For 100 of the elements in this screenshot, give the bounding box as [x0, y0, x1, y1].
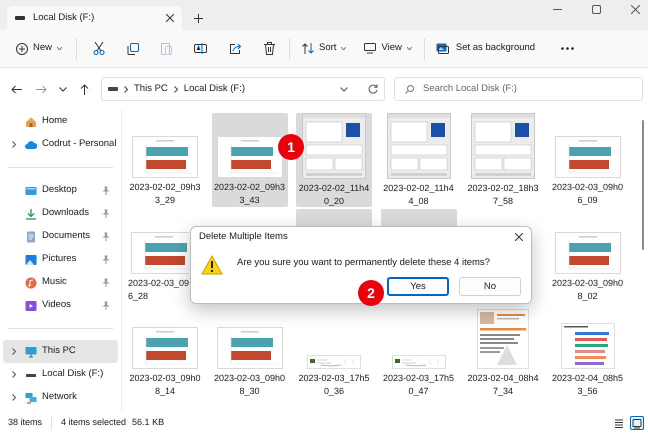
file-item[interactable]: 2023-02-02_11h4 0_20 — [296, 113, 372, 207]
refresh-icon[interactable] — [368, 84, 378, 94]
file-name: 2023-02-03_17h5 — [382, 372, 454, 385]
chevron-down-icon[interactable] — [340, 86, 348, 92]
web-page-thumbnail — [477, 309, 529, 369]
pin-icon[interactable] — [102, 255, 110, 264]
dialog-button[interactable]: Yes — [387, 277, 449, 296]
file-item[interactable]: 2023-02-02_11h4 4_08 — [380, 113, 456, 207]
sidebar-item[interactable]: Desktop — [3, 179, 118, 202]
new-tab-icon[interactable] — [194, 14, 203, 23]
copy-icon[interactable] — [127, 42, 140, 54]
music-icon — [25, 276, 37, 288]
sidebar-item[interactable]: This PC — [3, 340, 118, 363]
share-icon[interactable] — [229, 42, 242, 54]
pin-icon[interactable] — [102, 301, 110, 310]
file-name: 2023-02-03_17h5 — [298, 372, 370, 385]
close-icon[interactable] — [631, 5, 640, 14]
chevron-down-icon[interactable] — [59, 86, 67, 92]
file-item[interactable]: 2023-02-03_17h5 0_36 — [296, 304, 372, 398]
pin-icon[interactable] — [102, 232, 110, 241]
delete-icon[interactable] — [264, 42, 276, 55]
file-item[interactable]: 2023-02-02_09h3 3_29 — [127, 113, 203, 207]
sort-button[interactable]: Sort — [300, 36, 348, 60]
forward-icon[interactable] — [36, 84, 47, 94]
dialog-button[interactable]: No — [459, 277, 521, 296]
file-item[interactable]: 2023-02-02_18h3 7_58 — [465, 113, 541, 207]
sidebar-label: Network — [42, 390, 78, 404]
bar-chart-thumbnail — [560, 323, 614, 369]
close-icon[interactable] — [515, 233, 523, 241]
rename-icon[interactable] — [194, 42, 208, 55]
file-item[interactable]: 2023-02-03_09h0 8_14 — [127, 304, 203, 398]
address-bar[interactable]: This PC Local Disk (F:) — [101, 77, 385, 101]
file-name: 7_58 — [492, 195, 514, 208]
sidebar-item[interactable]: Music — [3, 271, 118, 294]
file-item[interactable]: 2023-02-03_09h0 8_30 — [212, 304, 288, 398]
file-name: 2023-02-02_09h3 — [129, 181, 201, 194]
file-name: 4_08 — [408, 195, 429, 208]
sidebar-label: Codrut - Personal — [42, 137, 118, 152]
file-item[interactable]: 2023-02-03_09h0 6_09 — [550, 113, 626, 207]
search-input[interactable]: Search Local Disk (F:) — [423, 82, 632, 96]
home-icon — [25, 116, 37, 128]
sidebar-item[interactable]: Downloads — [3, 202, 118, 225]
window-tab[interactable]: Local Disk (F:) — [7, 6, 182, 30]
back-icon[interactable] — [11, 84, 22, 94]
maximize-icon[interactable] — [592, 5, 601, 14]
file-item[interactable]: 2023-02-02_09h3 3_43 — [212, 113, 288, 207]
sidebar-label: Local Disk (F:) — [42, 367, 104, 382]
file-item[interactable]: 2023-02-03_09h0 8_02 — [550, 208, 626, 302]
details-view-icon — [613, 417, 625, 429]
view-button[interactable]: View — [362, 36, 414, 60]
file-item[interactable]: 2023-02-04_08h4 7_34 — [465, 304, 541, 398]
search-icon — [405, 84, 414, 94]
file-name: 2023-02-02_18h3 — [467, 182, 539, 195]
sidebar-item[interactable]: Codrut - Personal — [3, 133, 118, 156]
view-toggle[interactable] — [630, 416, 644, 430]
drive-icon — [108, 87, 118, 91]
breadcrumb[interactable]: This PC — [134, 82, 168, 96]
cut-icon[interactable] — [93, 42, 106, 55]
bar-chart-thumbnail — [216, 327, 282, 369]
up-icon[interactable] — [80, 84, 89, 94]
chevron-right-icon[interactable] — [12, 141, 16, 148]
sidebar-item[interactable]: Pictures — [3, 248, 118, 271]
search-field[interactable]: Search Local Disk (F:) — [394, 77, 643, 101]
pin-icon[interactable] — [102, 209, 110, 218]
breadcrumb[interactable]: Local Disk (F:) — [184, 82, 246, 96]
more-options-icon[interactable] — [561, 47, 574, 50]
pin-icon[interactable] — [102, 186, 110, 195]
chevron-right-icon[interactable] — [12, 394, 16, 401]
sidebar-label: Home — [42, 114, 68, 128]
sidebar-item[interactable]: Network — [3, 386, 118, 409]
file-name: 3_29 — [154, 194, 176, 207]
file-name: 8_14 — [154, 385, 176, 398]
sidebar-item[interactable]: Videos — [3, 294, 118, 317]
file-name: 2023-02-03_09h0 — [129, 372, 201, 385]
file-name: 6_09 — [577, 194, 598, 207]
caret-icon — [341, 47, 346, 50]
sidebar-item[interactable]: Home — [3, 110, 118, 133]
file-item[interactable]: 2023-02-03_17h5 0_47 — [380, 304, 456, 398]
desktop-picture-icon — [436, 43, 449, 54]
sidebar-label: Desktop — [42, 183, 78, 198]
sidebar-item[interactable]: Documents — [3, 225, 118, 248]
sidebar-label: Pictures — [42, 252, 78, 266]
chevron-right-icon[interactable] — [12, 371, 16, 378]
chevron-right-icon[interactable] — [12, 348, 16, 355]
cloud-icon — [25, 138, 37, 150]
chevron-right-icon — [174, 86, 178, 92]
sidebar-label: This PC — [42, 344, 77, 358]
file-name: 2023-02-03_09 — [128, 276, 190, 290]
close-icon[interactable] — [166, 14, 174, 22]
pin-icon[interactable] — [102, 278, 110, 287]
file-name: 0_36 — [324, 385, 344, 398]
new-button[interactable]: New — [14, 36, 64, 60]
download-icon — [25, 208, 37, 220]
window-thumbnail — [386, 113, 450, 179]
sidebar-item[interactable]: Local Disk (F:) — [3, 363, 118, 386]
selection-count: 4 items selected — [61, 416, 126, 430]
file-name: 2023-02-02_09h3 — [214, 181, 286, 194]
file-item[interactable]: 2023-02-04_08h5 3_56 — [550, 304, 626, 398]
caret-icon — [57, 47, 62, 50]
set-as-background-button[interactable]: Set as background — [434, 36, 538, 60]
